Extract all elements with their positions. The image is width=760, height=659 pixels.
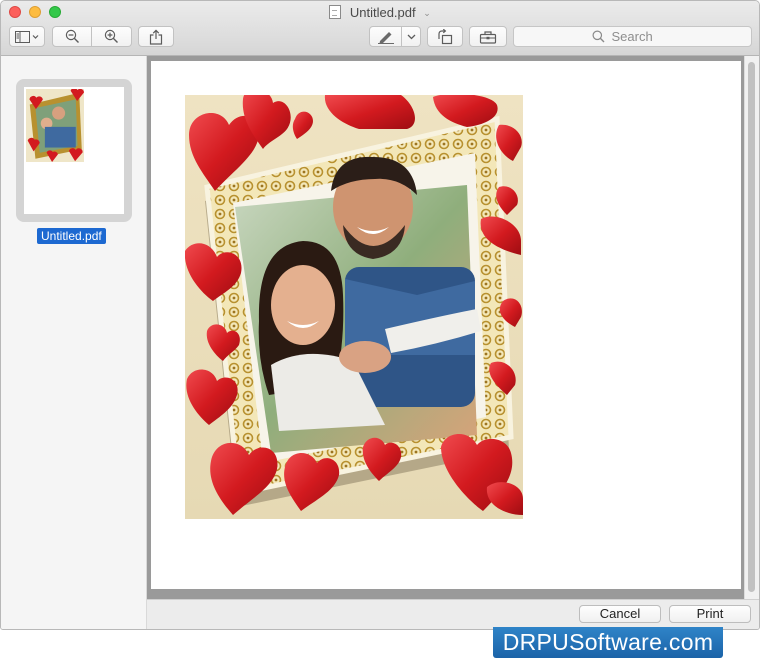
markup-menu-button[interactable] [402, 26, 421, 47]
document-icon [329, 5, 342, 19]
rotate-icon [438, 28, 453, 44]
sidebar-icon [15, 30, 39, 43]
thumbnail-page[interactable] [24, 87, 124, 214]
zoom-in-icon [104, 29, 118, 43]
markup-button[interactable] [369, 26, 402, 47]
watermark-banner: DRPUSoftware.com [493, 627, 723, 658]
toolbox-button[interactable] [469, 26, 507, 47]
thumbnail-photo-image [26, 89, 84, 162]
pen-icon [377, 31, 394, 44]
valentine-photo-frame-image [185, 95, 523, 519]
zoom-out-icon [65, 29, 79, 43]
sidebar-toggle-button[interactable] [9, 26, 45, 47]
window-title: Untitled.pdf [349, 5, 416, 20]
print-footer: Cancel Print [147, 599, 759, 629]
cancel-button[interactable]: Cancel [579, 605, 661, 623]
search-field[interactable] [513, 26, 752, 47]
thumbnail-sidebar: Untitled.pdf [1, 56, 147, 629]
search-input[interactable] [609, 28, 674, 45]
zoom-out-button[interactable] [52, 26, 92, 47]
page-thumbnail-selected[interactable] [16, 79, 132, 222]
share-icon [149, 29, 163, 45]
zoom-in-button[interactable] [92, 26, 132, 47]
title-chevron-icon: ⌄ [423, 8, 431, 18]
document-viewer[interactable] [147, 56, 759, 599]
rotate-button[interactable] [427, 26, 463, 47]
vertical-scrollbar[interactable] [744, 56, 759, 599]
toolbox-icon [479, 30, 497, 44]
title-toolbar: Untitled.pdf ⌄ [1, 1, 759, 56]
thumbnail-label[interactable]: Untitled.pdf [37, 228, 106, 244]
print-button[interactable]: Print [669, 605, 751, 623]
search-icon [592, 30, 604, 43]
pdf-page[interactable] [151, 61, 741, 589]
preview-window: Untitled.pdf ⌄ Search Untitled.pdf Cance… [0, 0, 760, 630]
window-title-area[interactable]: Untitled.pdf ⌄ [1, 4, 759, 22]
chevron-down-icon [407, 34, 415, 39]
share-button[interactable] [138, 26, 174, 47]
scrollbar-thumb[interactable] [748, 62, 755, 592]
